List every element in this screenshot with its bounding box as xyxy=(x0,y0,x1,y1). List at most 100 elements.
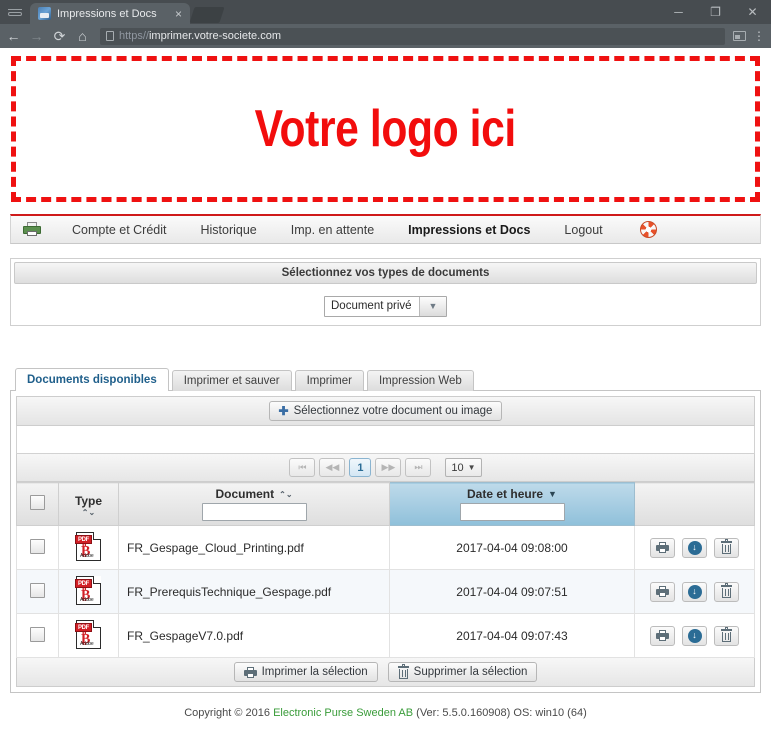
delete-selection-button[interactable]: Supprimer la sélection xyxy=(387,662,538,682)
select-all-checkbox[interactable] xyxy=(30,495,45,510)
footer: Copyright © 2016 Electronic Purse Sweden… xyxy=(10,693,761,719)
tab-close-icon[interactable]: × xyxy=(173,8,184,20)
download-icon: ↓ xyxy=(687,540,702,555)
browser-menu-icon[interactable]: ⋮ xyxy=(753,30,765,42)
tab-list-icon[interactable] xyxy=(0,0,30,24)
close-window-icon[interactable]: ✕ xyxy=(734,0,771,24)
row-actions: ↓ xyxy=(634,525,755,570)
table-row[interactable]: PDF ₿ Adobe FR_Gespage_Cloud_Printing.pdf… xyxy=(16,525,755,570)
sort-descending-icon[interactable]: ▼ xyxy=(548,489,557,499)
download-icon: ↓ xyxy=(687,628,702,643)
browser-titlebar: Impressions et Docs × ─ ❐ ✕ xyxy=(0,0,771,24)
home-icon[interactable]: ⌂ xyxy=(75,29,90,43)
row-checkbox[interactable] xyxy=(30,626,45,642)
browser-tab[interactable]: Impressions et Docs × xyxy=(30,3,190,24)
plus-icon: ✚ xyxy=(278,404,289,418)
address-bar[interactable]: https//imprimer.votre-societe.com xyxy=(100,27,725,45)
table-header-row: Type ⌃⌄ Document ⌃⌄ Date et heure ▼ xyxy=(16,482,755,526)
row-select-cell[interactable] xyxy=(16,613,59,658)
th-type[interactable]: Type ⌃⌄ xyxy=(58,482,119,526)
footer-company-link[interactable]: Electronic Purse Sweden AB xyxy=(273,707,413,719)
print-icon xyxy=(655,630,669,641)
row-select-cell[interactable] xyxy=(16,569,59,614)
row-checkbox[interactable] xyxy=(30,538,45,554)
forward-icon[interactable]: → xyxy=(29,29,44,43)
table-row[interactable]: PDF ₿ Adobe FR_PrerequisTechnique_Gespage… xyxy=(16,569,755,614)
main-navigation: Compte et Crédit Historique Imp. en atte… xyxy=(10,214,761,244)
row-download-button[interactable]: ↓ xyxy=(682,581,707,602)
th-document[interactable]: Document ⌃⌄ xyxy=(118,482,390,526)
tab-imprimer[interactable]: Imprimer xyxy=(294,370,364,391)
toolbar-right-group: ⋮ xyxy=(733,30,765,42)
document-filter-input[interactable] xyxy=(201,503,307,521)
maximize-icon[interactable]: ❐ xyxy=(697,0,734,24)
row-actions: ↓ xyxy=(634,613,755,658)
pagination-page-1[interactable]: 1 xyxy=(349,458,372,477)
pagination-first-button[interactable]: ⏮ xyxy=(289,458,316,477)
nav-item-impressions-et-docs[interactable]: Impressions et Docs xyxy=(391,216,547,244)
page-size-value: 10 xyxy=(451,461,464,474)
document-tabs: Documents disponibles Imprimer et sauver… xyxy=(10,368,761,391)
reload-icon[interactable]: ⟳ xyxy=(52,29,67,43)
nav-item-imp-en-attente[interactable]: Imp. en attente xyxy=(274,216,391,244)
row-delete-button[interactable] xyxy=(714,581,740,602)
row-delete-button[interactable] xyxy=(714,537,740,558)
tab-documents-disponibles[interactable]: Documents disponibles xyxy=(15,368,169,391)
row-download-button[interactable]: ↓ xyxy=(682,537,707,558)
document-type-selected-value: Document privé xyxy=(325,296,420,316)
sort-updown-icon[interactable]: ⌃⌄ xyxy=(82,508,95,516)
file-dropzone[interactable] xyxy=(16,426,755,454)
row-print-button[interactable] xyxy=(649,581,675,602)
bulk-actions-bar: Imprimer la sélection Supprimer la sélec… xyxy=(16,658,755,687)
select-document-button-label: Sélectionnez votre document ou image xyxy=(293,405,493,417)
print-icon xyxy=(655,586,669,597)
pagination-next-button[interactable]: ▶▶ xyxy=(375,458,402,477)
cast-icon[interactable] xyxy=(733,31,746,41)
select-document-button[interactable]: ✚ Sélectionnez votre document ou image xyxy=(268,401,503,421)
minimize-icon[interactable]: ─ xyxy=(660,0,697,24)
browser-toolbar: ← → ⟳ ⌂ https//imprimer.votre-societe.co… xyxy=(0,24,771,48)
print-selection-button[interactable]: Imprimer la sélection xyxy=(233,662,378,682)
back-icon[interactable]: ← xyxy=(6,29,21,43)
tab-imprimer-et-sauver[interactable]: Imprimer et sauver xyxy=(171,370,292,391)
pagination-prev-button[interactable]: ◀◀ xyxy=(319,458,346,477)
pagination-bar: ⏮ ◀◀ 1 ▶▶ ⏭ 10 ▼ xyxy=(16,454,755,482)
row-select-cell[interactable] xyxy=(16,525,59,570)
chevron-down-icon[interactable]: ▼ xyxy=(420,296,446,316)
sort-updown-icon[interactable]: ⌃⌄ xyxy=(279,490,292,498)
page-content: Votre logo ici Compte et Crédit Historiq… xyxy=(0,56,771,719)
tab-impression-web[interactable]: Impression Web xyxy=(366,370,474,391)
pdf-icon: PDF ₿ Adobe xyxy=(75,619,101,649)
th-type-label: Type xyxy=(74,493,103,508)
pdf-icon-label: PDF xyxy=(75,578,92,588)
logo-placeholder: Votre logo ici xyxy=(11,56,760,202)
pagination-last-button[interactable]: ⏭ xyxy=(405,458,432,477)
new-tab-button[interactable] xyxy=(189,7,225,23)
lifebuoy-help-icon[interactable] xyxy=(639,221,657,238)
row-checkbox[interactable] xyxy=(30,582,45,598)
row-delete-button[interactable] xyxy=(714,625,740,646)
row-download-button[interactable]: ↓ xyxy=(682,625,707,646)
print-selection-label: Imprimer la sélection xyxy=(261,666,368,678)
nav-item-historique[interactable]: Historique xyxy=(183,216,273,244)
row-print-button[interactable] xyxy=(649,537,675,558)
url-host: imprimer.votre-societe.com xyxy=(148,30,282,42)
address-bar-url: https//imprimer.votre-societe.com xyxy=(119,30,281,42)
page-info-icon[interactable] xyxy=(106,31,114,41)
th-select-all[interactable] xyxy=(16,482,59,526)
row-type-cell: PDF ₿ Adobe xyxy=(58,613,119,658)
row-type-cell: PDF ₿ Adobe xyxy=(58,569,119,614)
datetime-filter-input[interactable] xyxy=(459,503,565,521)
documents-table: Type ⌃⌄ Document ⌃⌄ Date et heure ▼ PDF … xyxy=(16,482,755,658)
th-datetime-label: Date et heure xyxy=(467,487,544,501)
nav-item-compte-et-credit[interactable]: Compte et Crédit xyxy=(55,216,183,244)
pdf-icon-label: PDF xyxy=(75,534,92,544)
page-size-select[interactable]: 10 ▼ xyxy=(445,458,482,477)
table-row[interactable]: PDF ₿ Adobe FR_GespageV7.0.pdf 2017-04-04… xyxy=(16,613,755,658)
document-type-select[interactable]: Document privé ▼ xyxy=(324,295,447,317)
th-datetime[interactable]: Date et heure ▼ xyxy=(389,482,635,526)
nav-item-logout[interactable]: Logout xyxy=(547,216,619,244)
logo-placeholder-text: Votre logo ici xyxy=(254,100,517,158)
trash-icon xyxy=(721,539,733,554)
row-print-button[interactable] xyxy=(649,625,675,646)
